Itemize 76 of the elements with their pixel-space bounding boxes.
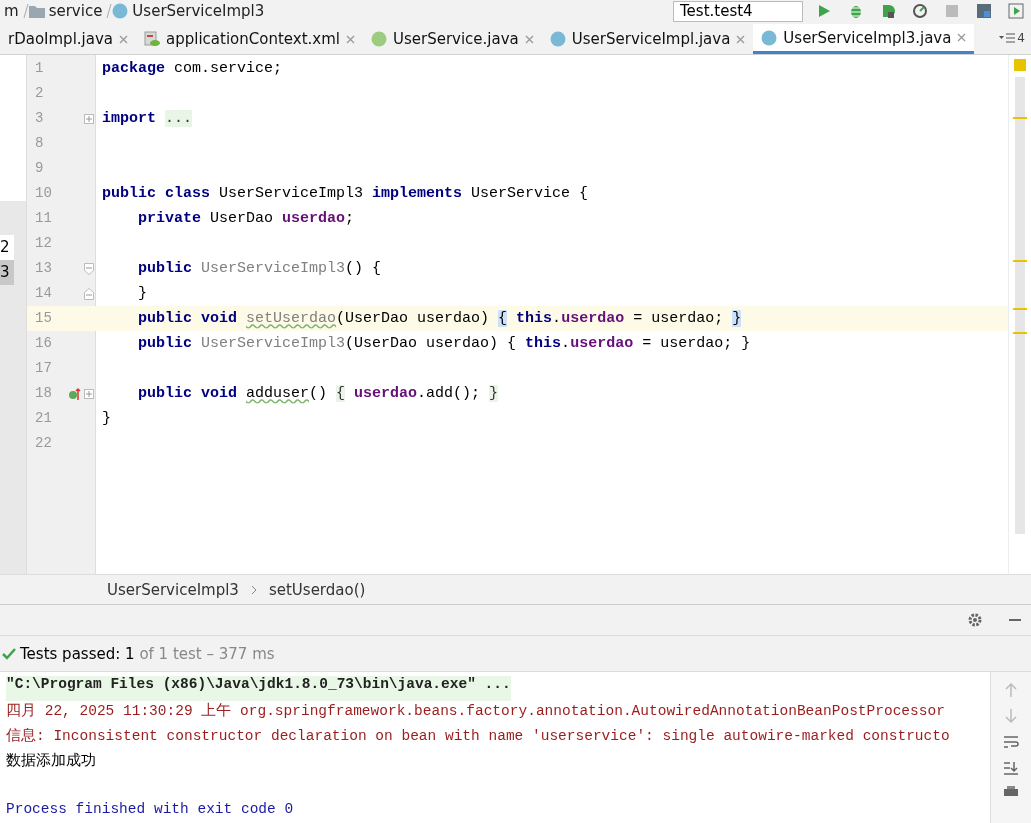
console-line: Process finished with exit code 0 (6, 801, 295, 819)
project-item[interactable]: 2 (0, 235, 14, 260)
editor-tab[interactable]: rDaoImpl.java (0, 24, 136, 54)
up-arrow-icon[interactable] (1004, 682, 1018, 698)
editor-tab[interactable]: applicationContext.xml (136, 24, 363, 54)
class-icon (761, 29, 778, 46)
console-line: 四月 22, 2025 11:30:29 上午 org.springframework.beans.factory.annotation.AutowiredAnnotationBeanPostProcessor (6, 701, 946, 721)
check-icon (2, 647, 16, 660)
code-line: public void setUserdao(UserDao userdao) { this.userdao = userdao; } (137, 310, 742, 327)
close-icon[interactable] (119, 34, 128, 44)
editor-tab[interactable]: UserServiceImpl3.java (753, 24, 975, 54)
line-number: 21 (34, 409, 53, 428)
line-number: 1 (34, 59, 45, 78)
line-number: 14 (34, 284, 53, 303)
console-line: 信息: Inconsistent constructor declaration on bean with name 'userservice': single autowire-marked constructo (6, 727, 951, 746)
breadcrumb-item[interactable]: setUserdao() (268, 580, 366, 599)
soft-wrap-icon[interactable] (1003, 734, 1019, 750)
minimize-icon[interactable] (1009, 618, 1021, 622)
console-line: 数据添加成功 (6, 751, 97, 771)
print-icon[interactable] (1003, 786, 1019, 796)
test-status-text: Tests passed: 1 of 1 test – 377 ms (20, 644, 275, 663)
close-icon[interactable] (345, 34, 355, 44)
folder-icon (28, 4, 45, 18)
code-line: } (101, 410, 111, 427)
down-arrow-icon[interactable] (1004, 708, 1018, 724)
xml-file-icon (144, 31, 160, 47)
line-number: 17 (34, 359, 53, 378)
line-number: 22 (34, 434, 53, 453)
code-line: private UserDao userdao; (137, 210, 355, 227)
line-number: 10 (34, 184, 53, 203)
close-icon[interactable] (736, 34, 746, 44)
fold-icon[interactable] (83, 287, 94, 300)
fold-icon[interactable] (83, 262, 94, 275)
line-number: 12 (34, 234, 53, 253)
code-line: import ... (101, 110, 193, 127)
code-line: public void adduser() { userdao.add(); } (137, 385, 499, 402)
editor-tab[interactable]: UserServiceImpl.java (541, 24, 754, 54)
line-number: 2 (34, 84, 45, 103)
nav-breadcrumb[interactable]: m (4, 1, 19, 21)
separator-icon (22, 3, 29, 19)
breadcrumb-item[interactable]: UserServiceImpl3 (107, 580, 239, 599)
project-item[interactable]: 3 (0, 260, 14, 285)
code-line: public UserServiceImpl3(UserDao userdao) { this.userdao = userdao; } (137, 335, 751, 352)
close-icon[interactable] (524, 34, 534, 44)
code-editor[interactable] (27, 55, 1008, 574)
code-line: public UserServiceImpl3() { (137, 260, 382, 277)
code-line: public class UserServiceImpl3 implements UserService { (101, 185, 589, 202)
nav-breadcrumb[interactable]: UserServiceImpl3 (132, 1, 265, 21)
line-number: 18 (34, 384, 53, 403)
scroll-to-end-icon[interactable] (1003, 760, 1019, 776)
scrollbar-track[interactable] (1015, 77, 1025, 534)
separator-icon (106, 3, 113, 19)
code-line: } (137, 285, 147, 302)
class-icon (549, 31, 566, 47)
editor-tab[interactable]: UserService.java (362, 24, 542, 54)
tab-overflow-button[interactable]: 4 (997, 31, 1031, 45)
line-number: 13 (34, 259, 53, 278)
code-line: package com.service; (101, 60, 283, 77)
chevron-icon (250, 584, 257, 595)
run-window-icon[interactable] (1005, 1, 1027, 21)
line-number: 3 (34, 109, 45, 128)
interface-icon (370, 31, 387, 47)
implements-icon[interactable] (69, 386, 81, 401)
fold-icon[interactable] (83, 113, 94, 124)
line-number: 15 (34, 309, 53, 328)
list-icon (999, 33, 1016, 43)
line-number: 11 (34, 209, 53, 228)
settings-icon[interactable] (967, 612, 983, 628)
nav-breadcrumb[interactable]: service (48, 1, 103, 21)
close-icon[interactable] (957, 33, 967, 42)
run-config-dropdown[interactable]: Test.test4 (673, 0, 803, 22)
line-number: 9 (34, 159, 45, 178)
class-icon (112, 3, 129, 19)
fold-icon[interactable] (83, 388, 94, 399)
line-number: 8 (34, 134, 45, 153)
line-number: 16 (34, 334, 53, 353)
